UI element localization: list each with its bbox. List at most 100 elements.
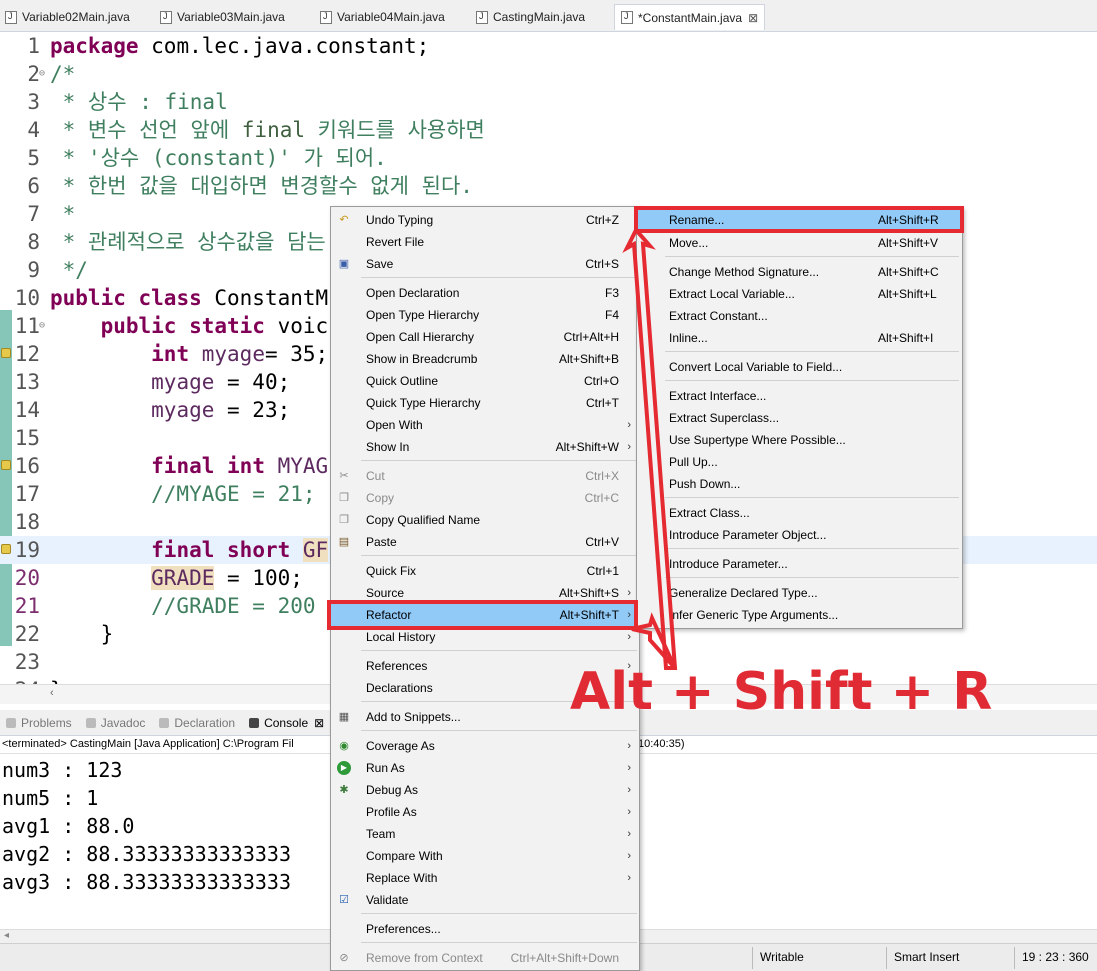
scroll-left-icon[interactable]: ◂ (4, 930, 9, 941)
menu-item-cut[interactable]: ✂ Cut Ctrl+X (331, 465, 639, 487)
menu-item-replace-with[interactable]: Replace With › (331, 867, 639, 889)
editor-tab-bar: Variable02Main.java Variable03Main.java Va… (0, 0, 1097, 32)
refactor-item-extract-class[interactable]: Extract Class... (637, 502, 962, 524)
tab-label: Variable02Main.java (22, 10, 130, 24)
menu-item-label: References (366, 659, 428, 673)
submenu-arrow-icon: › (627, 850, 631, 862)
menu-item-quick-type-hierarchy[interactable]: Quick Type Hierarchy Ctrl+T (331, 392, 639, 414)
refactor-item-introduce-parameter-object[interactable]: Introduce Parameter Object... (637, 524, 962, 546)
refactor-item-extract-interface[interactable]: Extract Interface... (637, 385, 962, 407)
refactor-item-change-method-signature[interactable]: Change Method Signature... Alt+Shift+C (637, 261, 962, 283)
line-number: 11 (14, 314, 40, 338)
remove-context-icon: ⊘ (339, 952, 349, 964)
declaration-tab[interactable]: Declaration (159, 716, 235, 730)
menu-item-undo-typing[interactable]: ↶ Undo Typing Ctrl+Z (331, 209, 639, 231)
menu-item-open-declaration[interactable]: Open Declaration F3 (331, 282, 639, 304)
refactor-item-convert-local-variable-to-field[interactable]: Convert Local Variable to Field... (637, 356, 962, 378)
menu-separator (361, 555, 637, 556)
menu-item-label: Run As (366, 761, 405, 775)
menu-item-show-in[interactable]: Show In Alt+Shift+W › (331, 436, 639, 458)
menu-separator (665, 497, 959, 498)
menu-item-label: Pull Up... (669, 455, 718, 469)
menu-item-label: Extract Class... (669, 506, 750, 520)
refactor-item-extract-superclass[interactable]: Extract Superclass... (637, 407, 962, 429)
refactor-item-extract-constant[interactable]: Extract Constant... (637, 305, 962, 327)
line-number: 23 (14, 650, 40, 674)
javadoc-tab[interactable]: Javadoc (85, 715, 146, 730)
editor-tab[interactable]: Variable03Main.java (160, 4, 285, 30)
menu-item-label: Quick Type Hierarchy (366, 396, 481, 410)
menu-item-team[interactable]: Team › (331, 823, 639, 845)
view-tab-label: Javadoc (100, 715, 146, 730)
scroll-left-icon[interactable]: ‹ (50, 687, 54, 699)
line-number: 18 (14, 510, 40, 534)
console-process-time: 10:40:35) (638, 738, 685, 750)
editor-tab[interactable]: *ConstantMain.java ⊠ (614, 4, 766, 30)
menu-item-shortcut: Alt+Shift+W (555, 440, 619, 454)
tab-close-icon[interactable]: ⊠ (314, 716, 324, 730)
menu-item-label: Debug As (366, 783, 419, 797)
menu-item-quick-outline[interactable]: Quick Outline Ctrl+O (331, 370, 639, 392)
menu-item-debug-as[interactable]: ✱ Debug As › (331, 779, 639, 801)
fold-toggle-icon[interactable]: ⊖ (39, 312, 45, 340)
menu-item-label: Quick Outline (366, 374, 439, 388)
refactor-item-move[interactable]: Move... Alt+Shift+V (637, 232, 962, 254)
line-number: 10 (14, 286, 40, 310)
menu-item-shortcut: F3 (604, 286, 619, 300)
line-number: 9 (27, 258, 40, 282)
refactor-submenu: Rename... Alt+Shift+R Move... Alt+Shift+V Ch… (636, 207, 963, 629)
line-number: 17 (14, 482, 40, 506)
code-text: myage = 40; (151, 370, 291, 394)
menu-item-label: Add to Snippets... (366, 710, 461, 724)
status-insert-mode: Smart Insert (894, 950, 960, 964)
declaration-icon (159, 717, 170, 728)
menu-item-save[interactable]: ▣ Save Ctrl+S (331, 253, 639, 275)
refactor-item-use-supertype-where-possible[interactable]: Use Supertype Where Possible... (637, 429, 962, 451)
refactor-item-push-down[interactable]: Push Down... (637, 473, 962, 495)
menu-item-shortcut: Alt+Shift+V (878, 236, 939, 250)
tab-label: Variable03Main.java (177, 10, 285, 24)
java-file-icon (320, 10, 332, 24)
editor-tab[interactable]: Variable02Main.java (5, 4, 130, 30)
menu-item-remove-from-context[interactable]: ⊘ Remove from Context Ctrl+Alt+Shift+Down (331, 947, 639, 969)
console-tab[interactable]: Console ⊠ (249, 716, 324, 730)
menu-item-revert-file[interactable]: Revert File (331, 231, 639, 253)
menu-item-quick-fix[interactable]: Quick Fix Ctrl+1 (331, 560, 639, 582)
menu-item-compare-with[interactable]: Compare With › (331, 845, 639, 867)
menu-item-profile-as[interactable]: Profile As › (331, 801, 639, 823)
menu-item-paste[interactable]: ▤ Paste Ctrl+V (331, 531, 639, 553)
editor-tab[interactable]: CastingMain.java (476, 4, 585, 30)
menu-item-validate[interactable]: ☑ Validate (331, 889, 639, 911)
menu-item-preferences[interactable]: Preferences... (331, 918, 639, 940)
menu-item-show-in-breadcrumb[interactable]: Show in Breadcrumb Alt+Shift+B (331, 348, 639, 370)
line-number: 2 (27, 62, 40, 86)
menu-item-shortcut: Ctrl+X (585, 469, 619, 483)
editor-tab[interactable]: Variable04Main.java (320, 4, 445, 30)
menu-item-label: Preferences... (366, 922, 441, 936)
snippet-icon: ▦ (338, 711, 350, 723)
tab-close-icon[interactable]: ⊠ (748, 11, 758, 25)
menu-item-coverage-as[interactable]: ◉ Coverage As › (331, 735, 639, 757)
menu-item-open-with[interactable]: Open With › (331, 414, 639, 436)
refactor-item-pull-up[interactable]: Pull Up... (637, 451, 962, 473)
refactor-item-infer-generic-type-arguments[interactable]: Infer Generic Type Arguments... (637, 604, 962, 626)
menu-item-label: Cut (366, 469, 385, 483)
refactor-item-inline[interactable]: Inline... Alt+Shift+I (637, 327, 962, 349)
menu-item-label: Convert Local Variable to Field... (669, 360, 843, 374)
menu-item-copy-qualified-name[interactable]: ❐ Copy Qualified Name (331, 509, 639, 531)
refactor-item-generalize-declared-type[interactable]: Generalize Declared Type... (637, 582, 962, 604)
status-cursor-position: 19 : 23 : 360 (1022, 950, 1089, 964)
warning-icon (1, 544, 11, 554)
menu-item-open-type-hierarchy[interactable]: Open Type Hierarchy F4 (331, 304, 639, 326)
warning-icon (1, 460, 11, 470)
fold-toggle-icon[interactable]: ⊖ (39, 60, 45, 88)
problems-tab[interactable]: Problems (6, 716, 72, 730)
menu-item-open-call-hierarchy[interactable]: Open Call Hierarchy Ctrl+Alt+H (331, 326, 639, 348)
refactor-item-introduce-parameter[interactable]: Introduce Parameter... (637, 553, 962, 575)
menu-item-copy[interactable]: ❐ Copy Ctrl+C (331, 487, 639, 509)
refactor-item-extract-local-variable[interactable]: Extract Local Variable... Alt+Shift+L (637, 283, 962, 305)
code-text: myage = 23; (151, 398, 291, 422)
menu-item-run-as[interactable]: ▶ Run As › (331, 757, 639, 779)
menu-item-label: Change Method Signature... (669, 265, 820, 279)
line-number: 13 (14, 370, 40, 394)
